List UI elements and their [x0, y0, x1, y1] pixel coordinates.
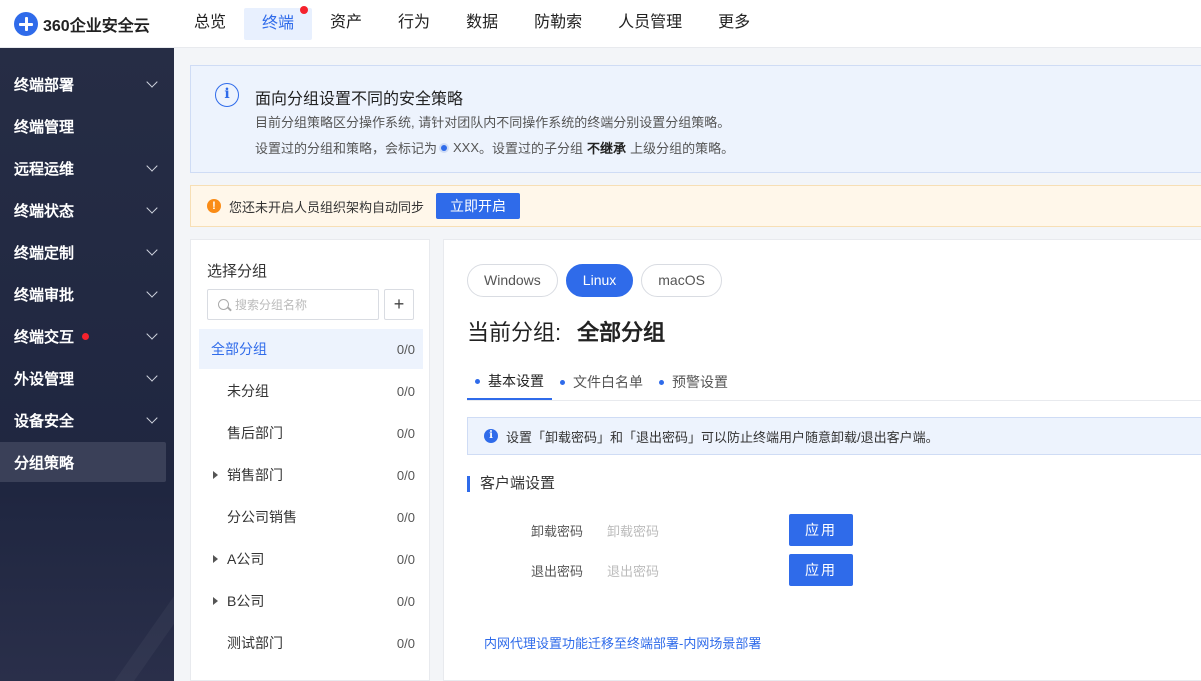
- info-title: 面向分组设置不同的安全策略: [255, 91, 464, 108]
- chevron-down-icon: [146, 286, 158, 298]
- sidebar-item-status[interactable]: 终端状态: [0, 190, 166, 230]
- exit-password-label: 退出密码: [531, 563, 584, 579]
- group-search-input[interactable]: 搜索分组名称: [207, 289, 379, 320]
- group-item[interactable]: 未分组 0/0: [199, 371, 423, 411]
- group-panel: 选择分组 搜索分组名称 + 全部分组 0/0 未分组 0/0 售后部门 0/0 销售部…: [190, 239, 430, 681]
- group-item[interactable]: 分公司销售 0/0: [199, 497, 423, 537]
- policy-content-panel: Windows Linux macOS 当前分组: 全部分组 基本设置 文件白名…: [443, 239, 1201, 681]
- current-group-name: 全部分组: [577, 320, 666, 345]
- chevron-down-icon: [146, 244, 158, 256]
- proxy-migration-link[interactable]: 内网代理设置功能迁移至终端部署-内网场景部署: [484, 633, 761, 652]
- top-nav: 总览 终端 资产 行为 数据 防勒索 人员管理 更多: [176, 0, 768, 48]
- chevron-down-icon: [146, 202, 158, 214]
- group-list: 全部分组 0/0 未分组 0/0 售后部门 0/0 销售部门 0/0 分公司销售 0/0 …: [199, 329, 423, 665]
- exit-password-row: 退出密码 退出密码 应用: [531, 554, 853, 586]
- warning-text: 您还未开启人员组织架构自动同步: [229, 199, 425, 215]
- password-tip: i 设置「卸载密码」和「退出密码」可以防止终端用户随意卸载/退出客户端。: [467, 417, 1201, 455]
- chevron-down-icon: [146, 328, 158, 340]
- nav-item-assets[interactable]: 资产: [312, 0, 380, 48]
- nav-item-ransomware[interactable]: 防勒索: [516, 0, 600, 48]
- info-description: 目前分组策略区分操作系统, 请针对团队内不同操作系统的终端分别设置分组策略。: [255, 115, 731, 130]
- current-group-title: 当前分组: 全部分组: [467, 315, 665, 347]
- sidebar-item-deploy[interactable]: 终端部署: [0, 64, 166, 104]
- settings-tabs: 基本设置 文件白名单 预警设置: [467, 364, 736, 400]
- tab-alert-settings[interactable]: 预警设置: [651, 364, 736, 400]
- info-icon: i: [484, 429, 498, 443]
- group-item[interactable]: B公司 0/0: [199, 581, 423, 621]
- uninstall-password-input[interactable]: 卸载密码: [591, 521, 789, 540]
- group-panel-title: 选择分组: [207, 263, 268, 280]
- sidebar-item-customize[interactable]: 终端定制: [0, 232, 166, 272]
- group-item[interactable]: 销售部门 0/0: [199, 455, 423, 495]
- group-item-all[interactable]: 全部分组 0/0: [199, 329, 423, 369]
- uninstall-password-row: 卸载密码 卸载密码 应用: [531, 514, 853, 546]
- sidebar-item-interaction[interactable]: 终端交互: [0, 316, 166, 356]
- enable-sync-button[interactable]: 立即开启: [436, 193, 521, 219]
- add-group-button[interactable]: +: [384, 289, 414, 320]
- caret-right-icon[interactable]: [213, 471, 218, 479]
- uninstall-password-label: 卸载密码: [531, 523, 584, 539]
- apply-exit-password-button[interactable]: 应用: [789, 554, 853, 586]
- sidebar-item-peripherals[interactable]: 外设管理: [0, 358, 166, 398]
- tab-basic-settings[interactable]: 基本设置: [467, 364, 552, 400]
- info-icon: i: [215, 83, 239, 107]
- search-placeholder: 搜索分组名称: [235, 298, 308, 312]
- group-item[interactable]: 测试部门 0/0: [199, 623, 423, 663]
- tab-file-whitelist[interactable]: 文件白名单: [552, 364, 651, 400]
- info-marker-note: 设置过的分组和策略，会标记为 XXX 。设置过的子分组 不继承 上级分组的策略。: [255, 140, 735, 156]
- os-tabs: Windows Linux macOS: [467, 264, 730, 297]
- sidebar: 终端部署 终端管理 远程运维 终端状态 终端定制 终端审批 终端交互 外设管理 …: [0, 48, 174, 681]
- chevron-down-icon: [146, 160, 158, 172]
- marker-dot-icon: [441, 144, 448, 151]
- nav-item-more[interactable]: 更多: [700, 0, 768, 48]
- chevron-down-icon: [146, 76, 158, 88]
- group-item[interactable]: 售后部门 0/0: [199, 413, 423, 453]
- caret-right-icon[interactable]: [213, 555, 218, 563]
- tab-windows[interactable]: Windows: [467, 264, 558, 297]
- exit-password-input[interactable]: 退出密码: [591, 561, 789, 580]
- nav-item-people[interactable]: 人员管理: [600, 0, 700, 48]
- sidebar-item-group-policy[interactable]: 分组策略: [0, 442, 166, 482]
- caret-right-icon[interactable]: [213, 597, 218, 605]
- top-bar: 360企业安全云 总览 终端 资产 行为 数据 防勒索 人员管理 更多: [0, 0, 1201, 48]
- nav-item-endpoint[interactable]: 终端: [244, 5, 313, 40]
- tab-macos[interactable]: macOS: [641, 264, 722, 297]
- info-banner: i 面向分组设置不同的安全策略 目前分组策略区分操作系统, 请针对团队内不同操作…: [190, 65, 1201, 173]
- chevron-down-icon: [146, 370, 158, 382]
- apply-uninstall-password-button[interactable]: 应用: [789, 514, 853, 546]
- nav-item-behavior[interactable]: 行为: [380, 0, 448, 48]
- search-icon: [218, 299, 229, 310]
- logo[interactable]: 360企业安全云: [0, 11, 176, 36]
- tabs-divider: [467, 400, 1201, 401]
- warning-icon: !: [207, 199, 221, 213]
- logo-icon: [14, 11, 38, 36]
- sidebar-item-approval[interactable]: 终端审批: [0, 274, 166, 314]
- notification-dot: [82, 332, 90, 340]
- nav-item-overview[interactable]: 总览: [176, 0, 244, 48]
- logo-text: 360企业安全云: [43, 17, 150, 35]
- sync-warning-banner: ! 您还未开启人员组织架构自动同步 立即开启: [190, 185, 1201, 227]
- chevron-down-icon: [146, 412, 158, 424]
- group-item[interactable]: A公司 0/0: [199, 539, 423, 579]
- sidebar-item-manage[interactable]: 终端管理: [0, 106, 166, 146]
- nav-item-data[interactable]: 数据: [448, 0, 516, 48]
- notification-dot: [300, 5, 309, 14]
- sidebar-item-device-security[interactable]: 设备安全: [0, 400, 166, 440]
- client-settings-title: 客户端设置: [467, 476, 555, 492]
- tab-linux[interactable]: Linux: [565, 264, 634, 297]
- sidebar-item-remote-ops[interactable]: 远程运维: [0, 148, 166, 188]
